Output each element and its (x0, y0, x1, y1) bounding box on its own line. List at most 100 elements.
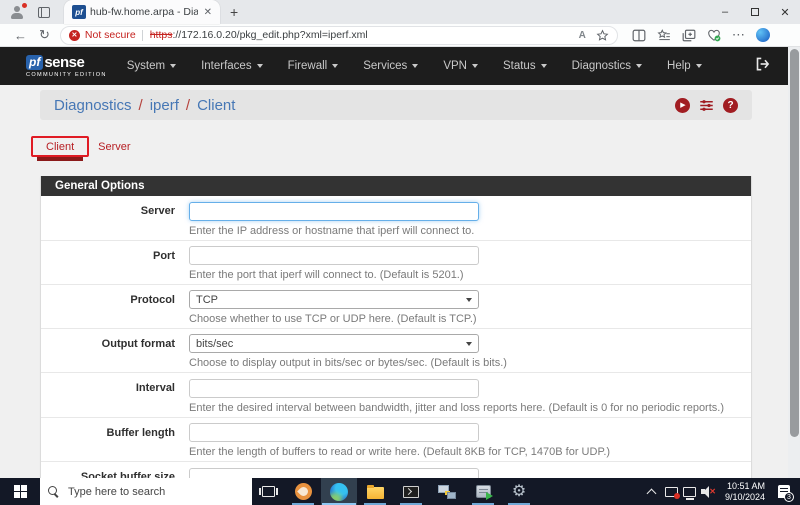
toolbar-icons: ⋯ (632, 27, 770, 43)
logout-button[interactable] (755, 57, 770, 76)
breadcrumb-client[interactable]: Client (197, 97, 235, 114)
menu-vpn[interactable]: VPN (443, 60, 478, 72)
minimize-button[interactable]: – (710, 0, 740, 24)
interval-input[interactable] (189, 379, 479, 398)
taskbar-app-edge[interactable] (321, 478, 357, 505)
menu-help[interactable]: Help (667, 60, 702, 72)
address-bar[interactable]: ✕ Not secure https://172.16.0.20/pkg_edi… (60, 26, 618, 45)
form-row-port: Port Enter the port that iperf will conn… (41, 240, 751, 285)
socket-buffer-size-input[interactable] (189, 468, 479, 479)
menu-firewall[interactable]: Firewall (288, 60, 339, 72)
chevron-down-icon (412, 64, 418, 68)
pfsense-navbar: pf sense COMMUNITY EDITION System Interf… (0, 47, 788, 85)
help-button[interactable]: ? (723, 98, 738, 113)
hidden-icons-chevron-icon[interactable] (647, 488, 657, 498)
browser-tab[interactable]: pf hub-fw.home.arpa - Diagnostics: ✕ (64, 0, 220, 24)
start-button[interactable] (0, 478, 40, 505)
not-secure-label[interactable]: Not secure (85, 29, 136, 41)
browser-essentials-icon[interactable] (707, 29, 721, 42)
general-options-panel: General Options Server Enter the IP addr… (40, 176, 752, 478)
tab-actions-icon[interactable] (38, 7, 50, 18)
pfsense-logo-sense: sense (44, 54, 84, 71)
output-format-select-value: bits/sec (196, 338, 233, 350)
taskbar-app-settings[interactable]: ⚙ (501, 478, 537, 505)
protocol-select[interactable]: TCP (189, 290, 479, 309)
task-view-button[interactable] (252, 478, 285, 505)
favorite-star-icon[interactable] (596, 29, 609, 42)
chevron-down-icon (466, 342, 472, 346)
breadcrumb-actions: ▶ ? (675, 98, 738, 113)
window-controls: – ✕ (710, 0, 800, 24)
close-window-button[interactable]: ✕ (770, 0, 800, 24)
port-input[interactable] (189, 246, 479, 265)
copilot-icon[interactable] (756, 28, 770, 42)
more-menu-icon[interactable]: ⋯ (732, 27, 745, 43)
menu-system[interactable]: System (127, 60, 176, 72)
taskbar-app-server-manager[interactable] (465, 478, 501, 505)
taskbar-app-orange[interactable] (285, 478, 321, 505)
question-icon: ? (727, 100, 733, 111)
form-row-socket-buffer-size: Socket buffer size (41, 461, 751, 478)
breadcrumb-iperf[interactable]: iperf (150, 97, 179, 114)
maximize-button[interactable] (740, 0, 770, 24)
browser-titlebar: pf hub-fw.home.arpa - Diagnostics: ✕ + –… (0, 0, 800, 24)
menu-interfaces[interactable]: Interfaces (201, 60, 263, 72)
notification-icon: 3 (778, 485, 790, 498)
favorites-bar-icon[interactable] (657, 29, 671, 42)
chevron-down-icon (472, 64, 478, 68)
breadcrumb-diagnostics[interactable]: Diagnostics (54, 97, 132, 114)
action-center-button[interactable]: 3 (772, 478, 796, 505)
taskbar-app-file-explorer[interactable] (357, 478, 393, 505)
output-format-label: Output format (41, 334, 189, 369)
menu-status[interactable]: Status (503, 60, 547, 72)
run-button[interactable]: ▶ (675, 98, 690, 113)
tray-app-icon[interactable] (663, 478, 681, 505)
protocol-help: Choose whether to use TCP or UDP here. (… (189, 313, 479, 325)
url-divider (142, 30, 143, 41)
server-input[interactable] (189, 202, 479, 221)
ethernet-icon (683, 487, 696, 497)
split-screen-icon[interactable] (632, 29, 646, 42)
interval-label: Interval (41, 378, 189, 414)
tab-server[interactable]: Server (86, 137, 142, 156)
tab-client[interactable]: Client (34, 137, 86, 156)
panel-title: General Options (41, 176, 751, 196)
refresh-button[interactable]: ↻ (39, 27, 50, 43)
server-label: Server (41, 201, 189, 237)
tray-network-icon[interactable] (681, 478, 699, 505)
url-text[interactable]: https://172.16.0.20/pkg_edit.php?xml=ipe… (150, 29, 573, 41)
taskbar-clock[interactable]: 10:51 AM 9/10/2024 (725, 481, 765, 502)
new-tab-button[interactable]: + (230, 4, 238, 20)
chevron-down-icon (257, 64, 263, 68)
orange-app-icon (295, 483, 312, 500)
clock-date: 9/10/2024 (725, 492, 765, 503)
scrollbar-thumb[interactable] (790, 49, 799, 437)
taskbar-search[interactable]: Type here to search (40, 478, 252, 505)
maximize-icon (751, 8, 759, 16)
url-scheme: https (150, 29, 173, 41)
breadcrumb-separator: / (139, 97, 143, 114)
browser-profile-button[interactable] (4, 2, 30, 22)
tray-volume-icon[interactable]: ✕ (699, 478, 717, 505)
tab-close-icon[interactable]: ✕ (202, 7, 214, 18)
output-format-select[interactable]: bits/sec (189, 334, 479, 353)
browser-toolbar: ← ↻ ✕ Not secure https://172.16.0.20/pkg… (0, 24, 800, 47)
menu-interfaces-label: Interfaces (201, 60, 252, 72)
search-placeholder: Type here to search (68, 486, 165, 498)
page-scrollbar[interactable] (788, 47, 800, 478)
folder-icon (367, 487, 384, 499)
related-settings-icon[interactable] (699, 99, 714, 112)
form-row-interval: Interval Enter the desired interval betw… (41, 372, 751, 417)
port-help: Enter the port that iperf will connect t… (189, 269, 479, 281)
taskbar-app-remote-desktop[interactable] (429, 478, 465, 505)
pfsense-logo[interactable]: pf sense COMMUNITY EDITION (26, 54, 107, 78)
menu-diagnostics[interactable]: Diagnostics (572, 60, 642, 72)
menu-services[interactable]: Services (363, 60, 418, 72)
collections-icon[interactable] (682, 29, 696, 42)
search-icon (48, 486, 60, 498)
taskbar-app-terminal[interactable] (393, 478, 429, 505)
read-aloud-icon[interactable]: A (579, 30, 586, 41)
buffer-length-input[interactable] (189, 423, 479, 442)
task-view-icon (262, 486, 275, 497)
back-button[interactable]: ← (14, 28, 27, 43)
